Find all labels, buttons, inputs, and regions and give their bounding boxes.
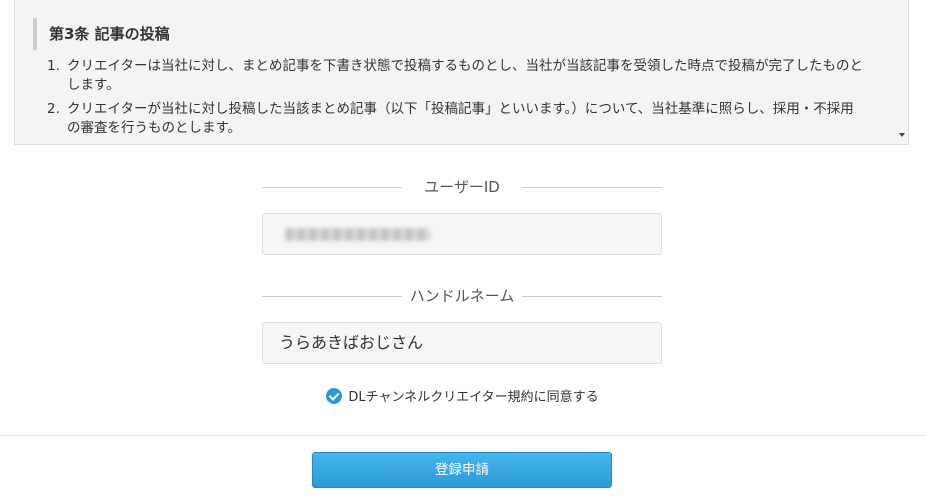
terms-heading: 第3条 記事の投稿 — [33, 18, 170, 50]
consent-checkbox[interactable]: DLチャンネルクリエイター規約に同意する — [0, 388, 925, 408]
user-id-blurred-value — [285, 228, 430, 241]
terms-panel[interactable]: 第3条 記事の投稿 1. クリエイターは当社に対し、まとめ記事を下書き状態で投稿… — [14, 0, 909, 145]
user-id-field[interactable] — [262, 213, 662, 255]
terms-item: 2. クリエイターが当社に対し投稿した当該まとめ記事（以下「投稿記事」といいます… — [47, 100, 867, 138]
divider-line — [522, 187, 662, 188]
handle-section-label: ハンドルネーム — [262, 286, 662, 306]
terms-item-number: 2. — [47, 101, 60, 117]
handle-name-field[interactable]: うらあきばおじさん — [262, 322, 662, 364]
terms-item-text: クリエイターが当社に対し投稿した当該まとめ記事（以下「投稿記事」といいます。）に… — [67, 101, 854, 136]
terms-item-number: 1. — [47, 58, 60, 74]
divider-line — [522, 296, 662, 297]
consent-label: DLチャンネルクリエイター規約に同意する — [348, 390, 599, 405]
terms-item-text: クリエイターは当社に対し、まとめ記事を下書き状態で投稿するものとし、当社が当該記… — [67, 58, 863, 93]
terms-list: 1. クリエイターは当社に対し、まとめ記事を下書き状態で投稿するものとし、当社が… — [47, 57, 867, 143]
footer-divider — [0, 435, 925, 436]
submit-registration-button[interactable]: 登録申請 — [312, 452, 612, 488]
check-circle-icon[interactable] — [326, 388, 343, 404]
scroll-down-arrow-icon[interactable] — [899, 133, 905, 137]
user-id-section-label: ユーザーID — [262, 177, 662, 197]
terms-item: 1. クリエイターは当社に対し、まとめ記事を下書き状態で投稿するものとし、当社が… — [47, 57, 867, 95]
